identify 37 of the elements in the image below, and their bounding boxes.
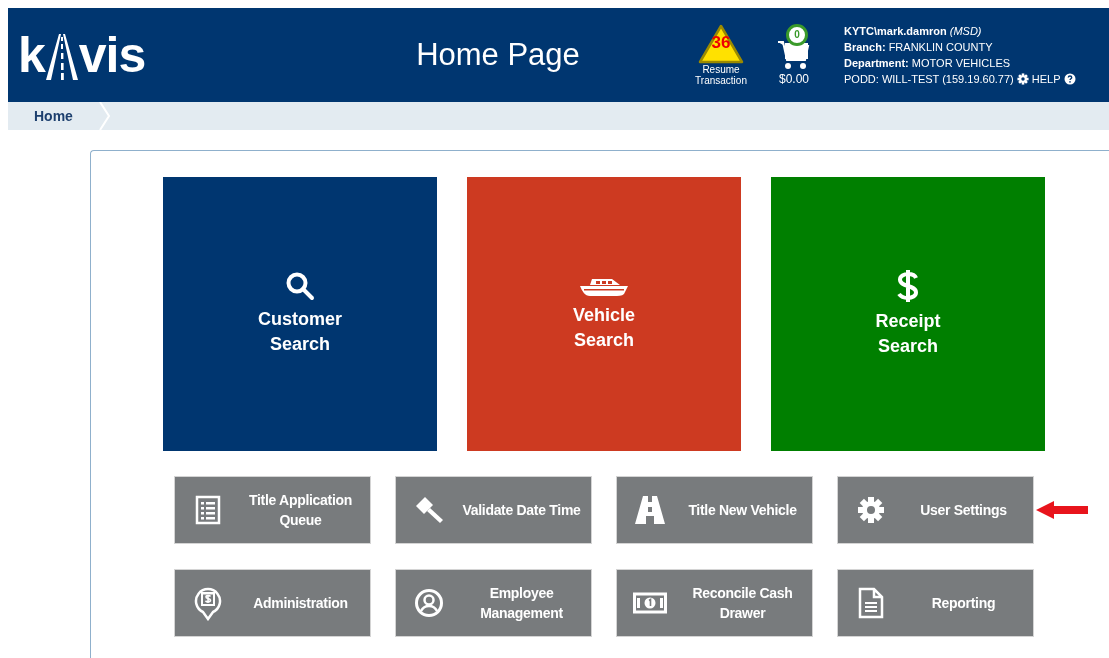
action-button[interactable]: Title Application Queue bbox=[174, 476, 371, 544]
search-icon bbox=[285, 271, 315, 301]
help-icon[interactable] bbox=[1063, 73, 1076, 85]
search-tile[interactable]: Receipt Search bbox=[771, 177, 1045, 451]
resume-label[interactable]: Resume Transaction bbox=[686, 64, 756, 86]
action-button[interactable]: Employee Management bbox=[395, 569, 592, 637]
document-icon bbox=[858, 587, 884, 619]
action-button[interactable]: User Settings bbox=[837, 476, 1034, 544]
branch-text: Branch: FRANKLIN COUNTY bbox=[844, 40, 994, 55]
gavel-icon bbox=[414, 495, 444, 525]
podd-text: PODD: WILL-TEST (159.19.60.77) bbox=[844, 72, 1014, 87]
logo-text: vis bbox=[78, 30, 146, 80]
search-tile[interactable]: Vehicle Search bbox=[467, 177, 741, 451]
search-tile[interactable]: Customer Search bbox=[163, 177, 437, 451]
road-logo-icon bbox=[44, 34, 79, 80]
cart-total: $0.00 bbox=[779, 72, 809, 86]
action-button[interactable]: Reporting bbox=[837, 569, 1034, 637]
atm-pin-icon bbox=[194, 585, 222, 621]
breadcrumb-link[interactable]: Home bbox=[8, 102, 111, 130]
settings-icon[interactable] bbox=[1016, 73, 1029, 85]
action-button[interactable]: Validate Date Time bbox=[395, 476, 592, 544]
road-icon bbox=[634, 495, 666, 525]
chevron-icon bbox=[98, 102, 111, 130]
action-button[interactable]: Administration bbox=[174, 569, 371, 637]
action-button[interactable]: Title New Vehicle bbox=[616, 476, 813, 544]
action-button[interactable]: Reconcile Cash Drawer bbox=[616, 569, 813, 637]
list-icon bbox=[195, 495, 221, 525]
banknote-icon bbox=[633, 592, 667, 614]
warning-badge[interactable]: 36 bbox=[698, 24, 744, 64]
page-title: Home Page bbox=[415, 37, 581, 73]
help-link[interactable]: HELP bbox=[1031, 71, 1061, 87]
dollar-icon bbox=[897, 269, 919, 303]
logo-text: k bbox=[18, 30, 45, 80]
department-text: Department: MOTOR VEHICLES bbox=[844, 56, 1012, 71]
person-icon bbox=[414, 588, 444, 618]
pointer-arrow bbox=[1036, 501, 1088, 519]
user-name: KYTC\mark.damron (MSD) bbox=[844, 24, 983, 39]
